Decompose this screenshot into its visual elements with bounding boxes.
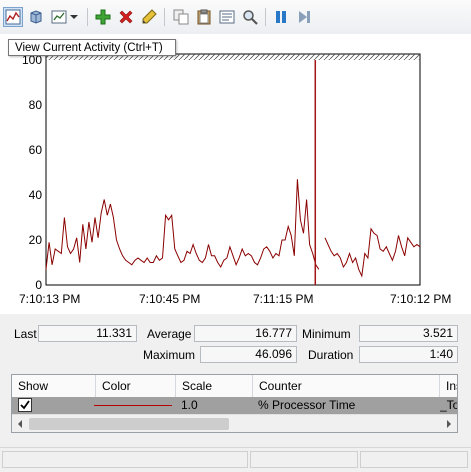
horizontal-scrollbar[interactable] — [12, 414, 457, 432]
paste-counter-list-button[interactable] — [194, 7, 214, 27]
status-panel — [2, 451, 248, 468]
view-current-activity-button[interactable] — [3, 7, 23, 27]
delete-icon — [119, 10, 133, 24]
toolbar — [0, 0, 471, 35]
instance-cell: _To — [440, 398, 458, 412]
duration-value: 1:40 — [359, 346, 458, 363]
average-value: 16.777 — [194, 325, 297, 342]
counter-list: Show Color Scale Counter Inst 1.0 % Proc… — [11, 374, 458, 433]
change-graph-type-button[interactable] — [49, 7, 69, 27]
column-header-scale[interactable]: Scale — [176, 375, 253, 397]
counter-row[interactable]: 1.0 % Processor Time _To — [12, 397, 458, 414]
maximum-value: 46.096 — [200, 346, 297, 363]
toolbar-separator — [87, 8, 88, 26]
scale-cell: 1.0 — [181, 398, 198, 412]
chart-type-icon — [51, 10, 67, 24]
paste-icon — [197, 9, 211, 25]
color-swatch — [94, 405, 172, 406]
last-value: 11.331 — [38, 325, 137, 342]
plot-area — [45, 53, 421, 286]
copy-properties-button[interactable] — [171, 7, 191, 27]
copy-icon — [173, 9, 189, 25]
status-panel — [250, 451, 358, 468]
add-icon — [95, 9, 111, 25]
line-chart — [45, 53, 421, 286]
column-header-show[interactable]: Show — [12, 375, 96, 397]
add-counter-button[interactable] — [93, 7, 113, 27]
zoom-button[interactable] — [240, 7, 260, 27]
x-tick-label: 7:10:45 PM — [139, 292, 201, 306]
scrollbar-thumb[interactable] — [29, 418, 229, 430]
x-tick-label: 7:10:12 PM — [390, 292, 452, 306]
graph-type-dropdown[interactable] — [68, 7, 80, 27]
column-header-color[interactable]: Color — [96, 375, 176, 397]
duration-label: Duration — [308, 348, 354, 362]
properties-button[interactable] — [217, 7, 237, 27]
database-icon — [30, 10, 42, 24]
average-label: Average — [147, 327, 192, 341]
status-bar — [0, 447, 471, 472]
delete-counter-button[interactable] — [116, 7, 136, 27]
update-data-button[interactable] — [294, 7, 314, 27]
scroll-left-icon[interactable] — [14, 416, 26, 432]
step-icon — [299, 11, 310, 23]
highlighter-icon — [142, 9, 157, 24]
checkmark-icon — [20, 400, 30, 410]
magnifier-icon — [243, 10, 258, 25]
last-label: Last — [14, 327, 37, 341]
pause-icon — [276, 11, 286, 23]
chevron-down-icon — [70, 15, 78, 19]
highlight-button[interactable] — [139, 7, 159, 27]
counter-cell: % Processor Time — [258, 398, 356, 412]
tooltip: View Current Activity (Ctrl+T) — [8, 39, 176, 56]
x-tick-label: 7:11:15 PM — [253, 292, 314, 306]
toolbar-separator — [164, 8, 165, 26]
maximum-label: Maximum — [143, 348, 196, 362]
minimum-value: 3.521 — [359, 325, 458, 342]
graph-icon — [5, 9, 21, 25]
freeze-display-button[interactable] — [271, 7, 291, 27]
scroll-right-icon[interactable] — [443, 416, 455, 432]
x-tick-label: 7:10:13 PM — [19, 292, 81, 306]
column-header-counter[interactable]: Counter — [253, 375, 440, 397]
minimum-label: Minimum — [302, 327, 351, 341]
status-panel — [360, 451, 468, 468]
toolbar-separator — [265, 8, 266, 26]
properties-icon — [219, 10, 235, 24]
show-checkbox[interactable] — [18, 398, 32, 412]
column-header-instance[interactable]: Inst — [440, 375, 457, 397]
graph-area: 100 80 60 40 20 0 7:10:13 PM 7:10:45 PM … — [0, 34, 471, 314]
view-log-data-button[interactable] — [26, 7, 46, 27]
